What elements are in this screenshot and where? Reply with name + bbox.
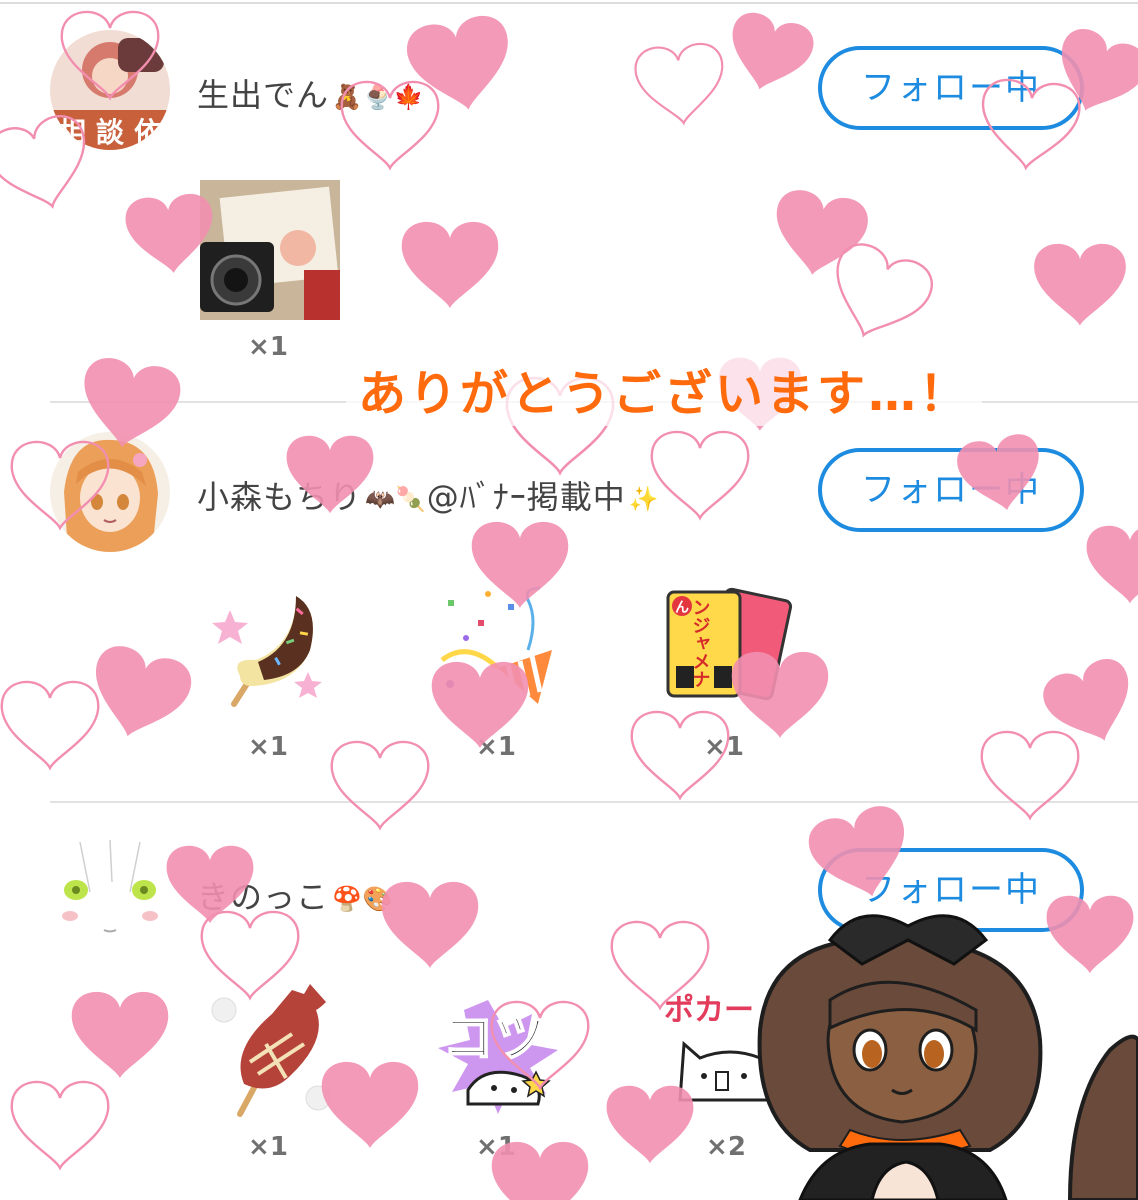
- sticker-text: コツ: [442, 1009, 546, 1069]
- thanks-caption: ありがとうございます…！: [346, 352, 983, 426]
- cards-gift-icon: ん ンジャメナ: [666, 587, 793, 701]
- heart-icon: [0, 680, 100, 771]
- heart-icon: [1086, 525, 1138, 604]
- avatar-text: 談: [96, 116, 125, 149]
- heart-icon: [401, 221, 499, 308]
- avatar-image: [50, 832, 170, 952]
- user-name-emoji: 🍄🎨: [332, 885, 394, 913]
- heart-icon: [980, 730, 1080, 821]
- heart-icon: [1034, 243, 1126, 326]
- heart-icon: [836, 243, 933, 338]
- star-icon: [212, 610, 248, 644]
- heart-icon: [96, 646, 192, 737]
- user-name[interactable]: 生出でん 🧸🍨🍁: [197, 70, 425, 116]
- character-illustration: [740, 900, 1138, 1200]
- avatar[interactable]: [50, 432, 170, 552]
- user-name-suffix: @ﾊﾞﾅｰ掲載中: [426, 478, 626, 516]
- user-name-emoji: ✨: [628, 485, 660, 513]
- heart-icon: [10, 1080, 110, 1171]
- grilled-squid-gift-icon: [211, 984, 331, 1117]
- party-popper-gift-icon: [440, 586, 552, 704]
- avatar[interactable]: [50, 832, 170, 952]
- following-button[interactable]: フォロー中: [818, 448, 1084, 532]
- heart-icon: [732, 12, 814, 90]
- gift-count: ×1: [248, 732, 288, 762]
- avatar[interactable]: 相 談 依: [50, 30, 170, 150]
- choco-banana-gift-icon: [212, 596, 322, 707]
- avatar-image: [50, 432, 170, 552]
- user-name[interactable]: きのっこ 🍄🎨: [197, 872, 394, 918]
- user-name-text: 小森もちり: [197, 478, 363, 516]
- gift-count: ×1: [248, 1132, 288, 1162]
- camera-photo-gift-icon: [200, 180, 340, 320]
- user-name-text: 生出でん: [197, 76, 330, 114]
- heart-icon: [776, 190, 868, 275]
- top-divider: [0, 2, 1138, 4]
- gift-count: ×1: [476, 1132, 516, 1162]
- gift-count: ×1: [248, 332, 288, 362]
- heart-icon: [71, 991, 169, 1078]
- heart-icon: [381, 881, 479, 968]
- user-name[interactable]: 小森もちり 🦇🍡@ﾊﾞﾅｰ掲載中 ✨: [197, 472, 660, 518]
- user-name-text: きのっこ: [197, 878, 330, 916]
- star-icon: [294, 672, 322, 698]
- heart-icon: [650, 430, 750, 521]
- row-divider: [50, 801, 1138, 803]
- kotsu-sticker-gift-icon: コツ: [438, 1000, 558, 1114]
- avatar-image: 相 談 依: [50, 30, 170, 150]
- gift-item[interactable]: [428, 580, 568, 720]
- gift-item[interactable]: [200, 980, 340, 1120]
- following-button[interactable]: フォロー中: [818, 46, 1084, 130]
- heart-icon: [634, 42, 724, 126]
- heart-icon: [330, 740, 430, 831]
- heart-icon: [1043, 659, 1129, 741]
- gift-item[interactable]: ん ンジャメナ: [660, 580, 800, 720]
- user-name-emoji: 🦇🍡: [365, 485, 427, 513]
- gift-item[interactable]: コツ: [428, 980, 568, 1120]
- card-badge-text: ん: [675, 600, 689, 616]
- gift-count: ×1: [704, 732, 744, 762]
- user-name-emoji: 🧸🍨🍁: [332, 83, 425, 111]
- avatar-text: 依: [134, 116, 163, 149]
- gift-item[interactable]: [200, 180, 340, 320]
- avatar-text: 相: [58, 116, 86, 149]
- gift-item[interactable]: [200, 580, 340, 720]
- gift-count: ×1: [476, 732, 516, 762]
